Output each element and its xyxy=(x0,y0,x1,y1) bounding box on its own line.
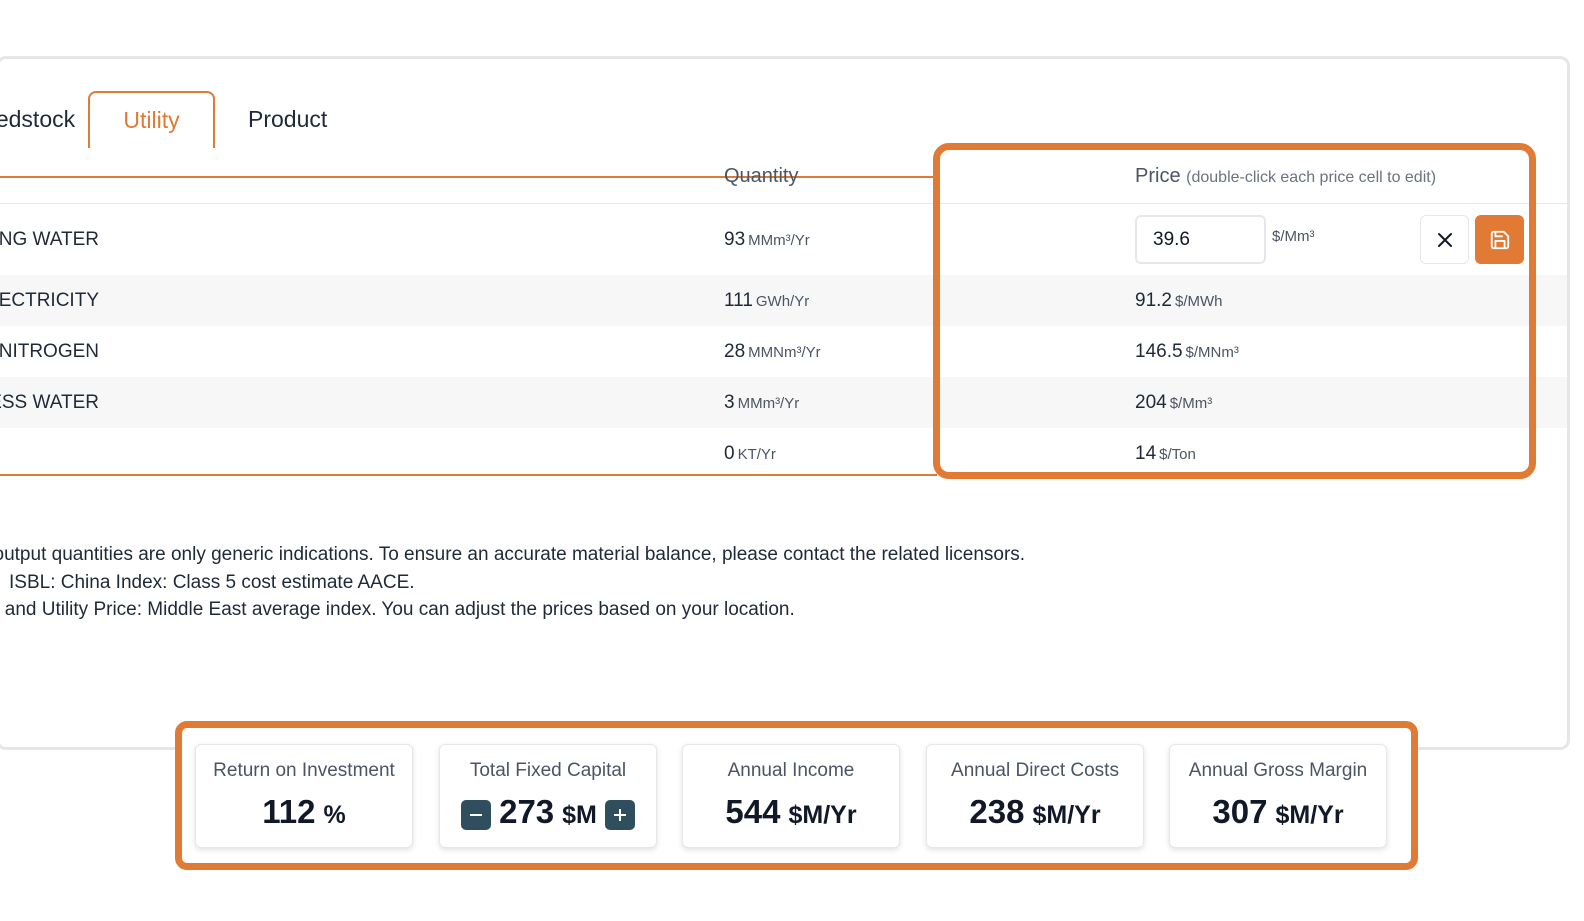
tab-product[interactable]: Product xyxy=(248,91,368,148)
price-header-label: Price xyxy=(1135,165,1181,187)
price-unit: $/Mm³ xyxy=(1169,394,1213,412)
kpi-unit: $M/Yr xyxy=(788,801,857,829)
price-cell[interactable]: 204 $/Mm³ xyxy=(1135,392,1212,414)
quantity-cell: 93 MMm³/Yr xyxy=(724,229,810,251)
price-cell[interactable]: 91.2 $/MWh xyxy=(1135,290,1223,312)
utility-name-text: PROCESS WATER xyxy=(0,391,99,413)
price-input[interactable] xyxy=(1135,215,1266,264)
increase-capital-button[interactable] xyxy=(604,800,635,830)
quantity-cell: 0 KT/Yr xyxy=(724,443,776,465)
kpi-total-fixed-capital: Total Fixed Capital 273 $M xyxy=(439,744,657,848)
utility-name-text: ELECTRICITY xyxy=(0,289,99,311)
cancel-edit-button[interactable] xyxy=(1420,215,1469,264)
kpi-value: 273 $M xyxy=(440,793,656,831)
tab-utility[interactable]: Utility xyxy=(88,91,215,148)
quantity-unit: GWh/Yr xyxy=(755,292,810,310)
utility-panel: Feedstock Utility Product Quantity Price… xyxy=(0,56,1570,750)
quantity-value: 28 xyxy=(724,340,746,362)
price-unit: $/Ton xyxy=(1159,445,1196,463)
note-line: ISBL: China Index: Class 5 cost estimate… xyxy=(9,571,415,593)
kpi-annual-direct-costs: Annual Direct Costs 238 $M/Yr xyxy=(926,744,1144,848)
kpi-value: 544 $M/Yr xyxy=(683,793,899,831)
table-row: COOLING WATER 93MMm³/Yr $/Mm³ xyxy=(0,204,1567,275)
price-cell[interactable]: 14 $/Ton xyxy=(1135,443,1196,465)
table-row: PROCESS WATER 3MMm³/Yr 204$/Mm³ xyxy=(0,377,1567,428)
kpi-number: 273 xyxy=(499,793,555,830)
tab-feedstock[interactable]: Feedstock xyxy=(0,91,89,148)
close-icon xyxy=(1437,232,1452,247)
quantity-unit: KT/Yr xyxy=(737,445,776,463)
quantity-unit: MMm³/Yr xyxy=(737,394,800,412)
tab-feedstock-label: Feedstock xyxy=(0,106,76,132)
price-value: 146.5 xyxy=(1135,340,1183,362)
kpi-unit: $M xyxy=(562,801,597,829)
kpi-return-on-investment: Return on Investment 112% xyxy=(195,744,413,848)
utility-name: PROCESS WATER xyxy=(0,392,99,414)
kpi-number: 544 xyxy=(725,793,781,830)
tab-product-label: Product xyxy=(248,106,328,132)
tab-utility-label: Utility xyxy=(123,107,180,133)
kpi-label: Annual Income xyxy=(727,760,855,781)
quantity-value: 93 xyxy=(724,228,746,250)
quantity-unit: MMm³/Yr xyxy=(748,231,810,249)
save-price-button[interactable] xyxy=(1475,215,1524,264)
table-row: ELECTRICITY 111GWh/Yr 91.2$/MWh xyxy=(0,275,1567,326)
note-line: Product and Utility Price: Middle East a… xyxy=(0,599,795,620)
table-header: Quantity Price (double-click each price … xyxy=(0,148,1567,204)
save-icon xyxy=(1490,230,1509,249)
price-header: Price (double-click each price cell to e… xyxy=(1135,165,1436,188)
price-unit: $/MNm³ xyxy=(1185,343,1239,361)
utility-name: ELECTRICITY xyxy=(0,290,99,312)
kpi-number: 307 xyxy=(1212,793,1268,830)
kpi-value: 112% xyxy=(196,793,412,831)
table-row: NITROGEN 28 MMNm³/Yr 146.5 $/MNm³ xyxy=(0,326,1567,377)
quantity-value: 111 xyxy=(724,289,753,311)
kpi-number: 238 xyxy=(969,793,1025,830)
kpi-number: 112 xyxy=(262,793,316,830)
price-value: 204 xyxy=(1135,391,1167,413)
quantity-value: 3 xyxy=(724,391,735,413)
kpi-label: Annual Gross Margin xyxy=(1188,760,1368,781)
price-value: 14 xyxy=(1135,442,1157,464)
quantity-cell: 3 MMm³/Yr xyxy=(724,392,799,414)
kpi-label: Return on Investment xyxy=(213,760,395,781)
kpi-label: Total Fixed Capital xyxy=(469,760,627,781)
kpi-value: 238 $M/Yr xyxy=(927,793,1143,831)
minus-icon xyxy=(470,814,483,816)
price-unit: $/MWh xyxy=(1174,292,1223,310)
kpi-annual-gross-margin: Annual Gross Margin 307 $M/Yr xyxy=(1169,744,1387,848)
utility-name-text: NITROGEN xyxy=(0,340,99,362)
plus-icon xyxy=(613,809,626,821)
utility-name: COOLING WATER xyxy=(0,229,99,251)
kpi-label: Annual Direct Costs xyxy=(951,760,1119,781)
kpi-annual-income: Annual Income 544 $M/Yr xyxy=(682,744,900,848)
quantity-cell: 111 GWh/Yr xyxy=(724,290,809,312)
decrease-capital-button[interactable] xyxy=(461,800,492,830)
kpi-unit: $M/Yr xyxy=(1275,801,1344,829)
kpi-strip: Return on Investment 112% Total Fixed Ca… xyxy=(175,721,1418,870)
tab-bar: Feedstock Utility Product xyxy=(0,89,1567,178)
kpi-value: 307 $M/Yr xyxy=(1170,793,1386,831)
price-unit: $/Mm³ xyxy=(1272,228,1315,245)
quantity-header: Quantity xyxy=(724,165,799,187)
kpi-unit: % xyxy=(323,801,346,829)
notes: Input and output quantities are only gen… xyxy=(0,541,1025,624)
quantity-value: 0 xyxy=(724,442,735,464)
price-edit-hint: (double-click each price cell to edit) xyxy=(1186,169,1437,186)
price-value: 91.2 xyxy=(1135,289,1172,311)
note-line: Input and output quantities are only gen… xyxy=(0,544,1026,565)
utility-name: NITROGEN xyxy=(0,341,99,363)
price-cell[interactable]: 146.5 $/MNm³ xyxy=(1135,341,1239,363)
kpi-unit: $M/Yr xyxy=(1032,801,1101,829)
quantity-unit: MMNm³/Yr xyxy=(748,343,821,361)
table-row: 0 KT/Yr 14 $/Ton xyxy=(0,428,1567,479)
table-bottom-border xyxy=(0,474,937,476)
quantity-cell: 28 MMNm³/Yr xyxy=(724,341,821,363)
utility-name-text: COOLING WATER xyxy=(0,228,99,250)
utility-table: Quantity Price (double-click each price … xyxy=(0,148,1567,479)
